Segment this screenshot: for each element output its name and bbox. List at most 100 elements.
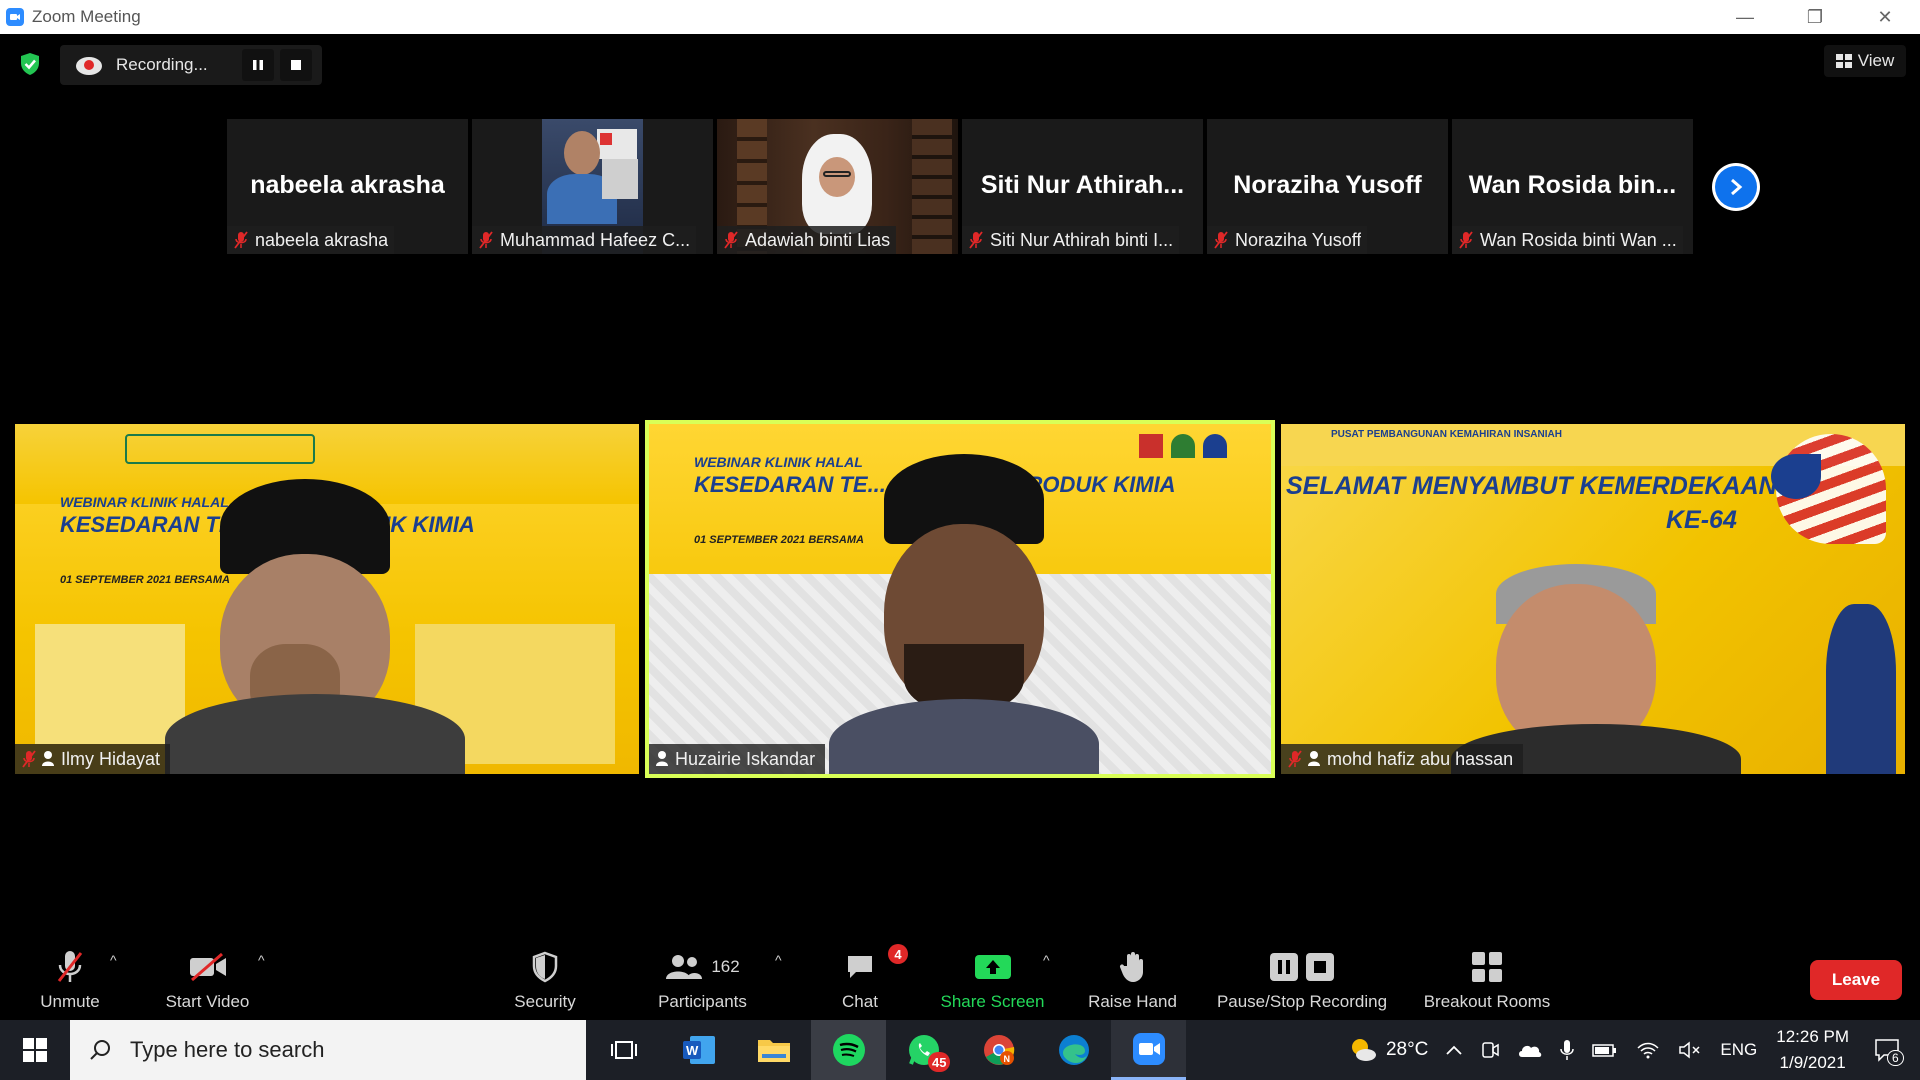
participants-label: Participants (658, 992, 747, 1011)
onedrive-cloud-icon[interactable] (1518, 1042, 1542, 1058)
zoom-icon (1132, 1032, 1165, 1065)
view-label: View (1857, 51, 1895, 70)
participant-name: Ilmy Hidayat (61, 748, 161, 769)
pause-icon (1270, 953, 1298, 981)
view-button[interactable]: View (1824, 45, 1906, 77)
audio-options-caret[interactable]: ^ (110, 952, 117, 968)
pause-stop-recording-button[interactable]: Pause/Stop Recording (1208, 934, 1396, 1018)
taskbar-file-explorer[interactable] (736, 1020, 811, 1080)
breakout-rooms-button[interactable]: Breakout Rooms (1412, 934, 1562, 1018)
video-tile-mohd-hafiz-abu-hassan[interactable]: PUSAT PEMBANGUNAN KEMAHIRAN INSANIAH SEL… (1281, 424, 1905, 774)
participants-count: 162 (711, 957, 740, 976)
svg-text:N: N (1003, 1054, 1010, 1064)
pause-recording-button[interactable] (242, 49, 274, 81)
mic-muted-icon (479, 231, 493, 249)
participant-name: nabeela akrasha (255, 229, 389, 250)
close-button[interactable]: ✕ (1850, 0, 1920, 34)
participant-name: mohd hafiz abu hassan (1327, 748, 1514, 769)
participant-thumbnail[interactable]: Muhammad Hafeez C... (472, 119, 713, 254)
taskbar-search-box[interactable]: Type here to search (70, 1020, 586, 1080)
participant-name: Siti Nur Athirah binti I... (990, 229, 1174, 250)
volume-muted-icon[interactable] (1678, 1040, 1702, 1060)
shield-icon (532, 951, 558, 983)
battery-icon[interactable] (1592, 1042, 1618, 1058)
raise-hand-button[interactable]: Raise Hand (1080, 934, 1185, 1018)
chevron-up-icon (1446, 1045, 1463, 1055)
mic-muted-icon (234, 231, 248, 249)
search-placeholder: Type here to search (130, 1037, 325, 1062)
start-video-button[interactable]: Start Video (155, 934, 260, 1018)
weather-widget[interactable]: 28°C (1348, 1037, 1428, 1063)
participant-thumbnail[interactable]: Siti Nur Athirah... Siti Nur Athirah bin… (962, 119, 1203, 254)
mic-muted-icon (1459, 231, 1473, 249)
edge-icon (1058, 1035, 1089, 1065)
participants-button[interactable]: 162 Participants (650, 934, 755, 1018)
participants-icon (666, 955, 703, 979)
video-tile-huzairie-iskandar[interactable]: WEBINAR KLINIK HALAL KESEDARAN TE... GGU… (645, 420, 1275, 778)
microphone-tray-icon[interactable] (1560, 1039, 1575, 1061)
participant-name: Adawiah binti Lias (745, 229, 891, 250)
participant-big-name: Noraziha Yusoff (1233, 171, 1422, 199)
taskbar-clock[interactable]: 12:26 PM 1/9/2021 (1776, 1024, 1849, 1076)
unmute-label: Unmute (40, 992, 100, 1011)
clock-time: 12:26 PM (1776, 1027, 1849, 1046)
taskbar-word[interactable]: W (661, 1020, 736, 1080)
action-center-button[interactable]: 6 (1874, 1038, 1904, 1066)
minimize-button[interactable]: — (1710, 0, 1780, 34)
stop-recording-button[interactable] (280, 49, 312, 81)
participant-thumbnail[interactable]: Wan Rosida bin... Wan Rosida binti Wan .… (1452, 119, 1693, 254)
participant-thumbnail[interactable]: Noraziha Yusoff Noraziha Yusoff (1207, 119, 1448, 254)
notification-count: 6 (1887, 1050, 1904, 1066)
participant-big-name: Wan Rosida bin... (1468, 171, 1677, 199)
task-view-button[interactable] (586, 1020, 661, 1080)
video-off-icon (189, 952, 226, 982)
mic-muted-icon (724, 231, 738, 249)
start-button[interactable] (0, 1020, 70, 1080)
participants-options-caret[interactable]: ^ (775, 952, 782, 968)
windows-logo-icon (23, 1038, 47, 1062)
taskbar-edge[interactable] (1036, 1020, 1111, 1080)
security-button[interactable]: Security (500, 934, 590, 1018)
chat-unread-badge: 4 (888, 944, 908, 964)
whatsapp-unread-badge: 45 (928, 1052, 951, 1072)
window-titlebar: Zoom Meeting — ❐ ✕ (0, 0, 1920, 34)
participant-big-name: nabeela akrasha (250, 171, 445, 199)
restore-button[interactable]: ❐ (1780, 0, 1850, 34)
share-screen-button[interactable]: Share Screen (935, 934, 1050, 1018)
taskbar-whatsapp[interactable]: 45 (886, 1020, 961, 1080)
participant-name: Muhammad Hafeez C... (500, 229, 691, 250)
temperature: 28°C (1385, 1039, 1429, 1060)
wifi-icon[interactable] (1636, 1040, 1660, 1060)
mic-muted-icon (1214, 231, 1228, 249)
show-hidden-icons[interactable] (1446, 1045, 1463, 1055)
chevron-right-icon (1731, 178, 1743, 196)
mic-muted-icon (969, 231, 983, 249)
video-options-caret[interactable]: ^ (258, 952, 265, 968)
host-pin-icon (42, 751, 54, 766)
taskbar-chrome[interactable]: N (961, 1020, 1036, 1080)
taskbar-spotify[interactable] (811, 1020, 886, 1080)
window-title: Zoom Meeting (32, 7, 141, 26)
input-language[interactable]: ENG (1720, 1040, 1757, 1060)
participant-thumbnail[interactable]: Adawiah binti Lias (717, 119, 958, 254)
taskbar-zoom[interactable] (1111, 1020, 1186, 1080)
participant-name: Noraziha Yusoff (1235, 229, 1362, 250)
video-tile-ilmy-hidayat[interactable]: WEBINAR KLINIK HALAL KESEDARAN TE... AAN… (15, 424, 639, 774)
raise-hand-icon (1119, 952, 1143, 982)
folder-icon (757, 1040, 790, 1062)
participant-thumbnail[interactable]: nabeela akrasha nabeela akrasha (227, 119, 468, 254)
next-page-button[interactable] (1712, 163, 1760, 211)
spotify-icon (832, 1034, 865, 1066)
word-icon: W (682, 1036, 715, 1064)
cloud-recording-icon (74, 52, 104, 78)
zoom-app-icon (6, 8, 24, 26)
banner-line-2: SELAMAT MENYAMBUT KEMERDEKAAN (1286, 472, 1777, 500)
share-options-caret[interactable]: ^ (1043, 952, 1050, 968)
unmute-button[interactable]: Unmute (30, 934, 110, 1018)
banner-line-3: KE-64 (1666, 506, 1737, 534)
leave-button[interactable]: Leave (1810, 960, 1902, 1000)
encryption-shield-icon[interactable] (16, 50, 44, 78)
chat-button[interactable]: 4 Chat (820, 934, 908, 1018)
meet-now-icon[interactable] (1480, 1040, 1500, 1060)
mic-muted-icon (22, 750, 36, 768)
